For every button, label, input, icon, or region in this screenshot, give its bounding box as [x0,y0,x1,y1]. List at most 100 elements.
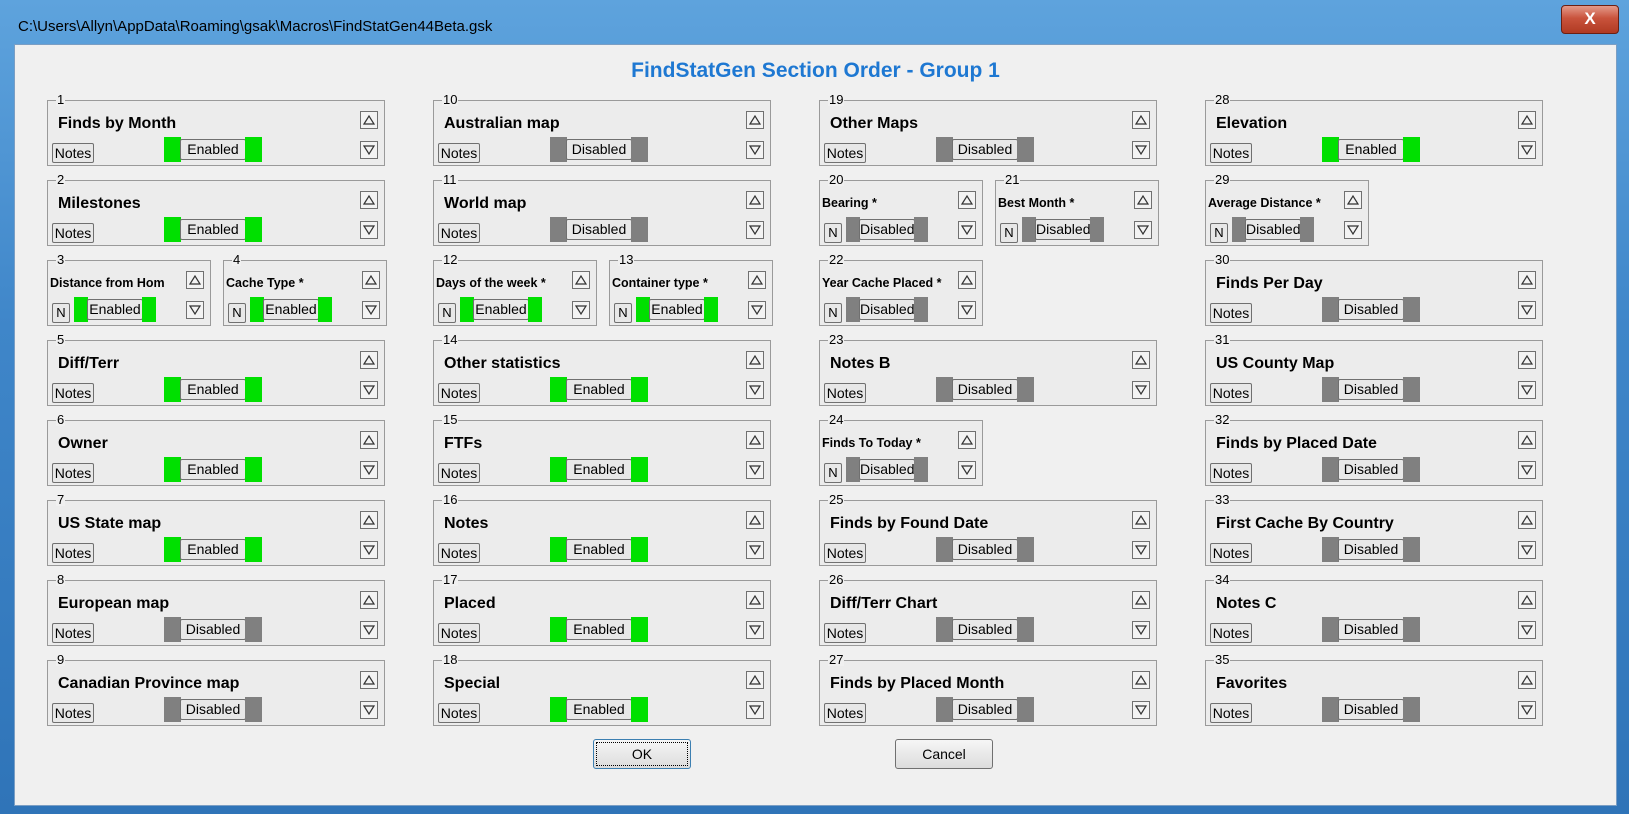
move-up-icon[interactable] [1132,511,1150,529]
move-down-icon[interactable] [746,461,764,479]
section-state-toggle[interactable]: Enabled [550,377,648,402]
state-button[interactable]: Disabled [180,619,246,640]
move-up-icon[interactable] [958,431,976,449]
section-notes-button[interactable]: Notes [1210,703,1252,723]
section-notes-button[interactable]: Notes [438,143,480,163]
section-state-toggle[interactable]: Disabled [846,217,928,242]
cancel-button[interactable]: Cancel [895,739,993,769]
state-button[interactable]: Enabled [649,299,705,320]
move-down-icon[interactable] [1132,621,1150,639]
state-button[interactable]: Enabled [566,459,632,480]
section-state-toggle[interactable]: Enabled [164,537,262,562]
state-button[interactable]: Disabled [566,219,632,240]
move-down-icon[interactable] [746,381,764,399]
state-button[interactable]: Enabled [180,379,246,400]
section-state-toggle[interactable]: Disabled [1322,297,1420,322]
section-notes-button[interactable]: Notes [1210,303,1252,323]
move-down-icon[interactable] [360,221,378,239]
section-n-button[interactable]: N [824,303,842,323]
section-state-toggle[interactable]: Disabled [1322,377,1420,402]
move-up-icon[interactable] [186,271,204,289]
state-button[interactable]: Enabled [566,619,632,640]
move-up-icon[interactable] [746,191,764,209]
move-up-icon[interactable] [1132,591,1150,609]
move-up-icon[interactable] [360,591,378,609]
move-up-icon[interactable] [1518,111,1536,129]
state-button[interactable]: Enabled [566,699,632,720]
section-notes-button[interactable]: Notes [52,143,94,163]
move-up-icon[interactable] [1518,591,1536,609]
state-button[interactable]: Disabled [952,619,1018,640]
move-up-icon[interactable] [746,431,764,449]
state-button[interactable]: Disabled [1338,619,1404,640]
state-button[interactable]: Enabled [566,539,632,560]
move-up-icon[interactable] [746,511,764,529]
move-down-icon[interactable] [360,461,378,479]
section-state-toggle[interactable]: Enabled [460,297,542,322]
section-state-toggle[interactable]: Enabled [1322,137,1420,162]
move-down-icon[interactable] [748,301,766,319]
move-up-icon[interactable] [360,111,378,129]
move-up-icon[interactable] [748,271,766,289]
move-up-icon[interactable] [360,671,378,689]
section-notes-button[interactable]: Notes [52,463,94,483]
move-up-icon[interactable] [958,271,976,289]
state-button[interactable]: Disabled [859,299,915,320]
section-state-toggle[interactable]: Disabled [164,617,262,642]
move-up-icon[interactable] [360,431,378,449]
move-down-icon[interactable] [360,701,378,719]
section-state-toggle[interactable]: Enabled [550,537,648,562]
state-button[interactable]: Disabled [952,539,1018,560]
move-down-icon[interactable] [362,301,380,319]
move-up-icon[interactable] [746,591,764,609]
move-up-icon[interactable] [1518,271,1536,289]
state-button[interactable]: Disabled [1338,299,1404,320]
state-button[interactable]: Enabled [1338,139,1404,160]
section-state-toggle[interactable]: Disabled [846,457,928,482]
section-state-toggle[interactable]: Disabled [936,697,1034,722]
move-down-icon[interactable] [360,381,378,399]
move-up-icon[interactable] [1132,671,1150,689]
section-n-button[interactable]: N [52,303,70,323]
state-button[interactable]: Enabled [180,539,246,560]
state-button[interactable]: Disabled [1338,539,1404,560]
state-button[interactable]: Disabled [952,699,1018,720]
section-notes-button[interactable]: Notes [1210,463,1252,483]
move-down-icon[interactable] [1518,301,1536,319]
section-notes-button[interactable]: Notes [438,703,480,723]
move-up-icon[interactable] [360,511,378,529]
move-down-icon[interactable] [1132,701,1150,719]
section-state-toggle[interactable]: Enabled [550,617,648,642]
move-down-icon[interactable] [572,301,590,319]
move-up-icon[interactable] [1518,671,1536,689]
section-notes-button[interactable]: Notes [824,143,866,163]
section-state-toggle[interactable]: Disabled [550,137,648,162]
section-state-toggle[interactable]: Enabled [550,697,648,722]
move-down-icon[interactable] [360,141,378,159]
move-up-icon[interactable] [1518,511,1536,529]
section-notes-button[interactable]: Notes [824,383,866,403]
section-state-toggle[interactable]: Disabled [1322,697,1420,722]
section-state-toggle[interactable]: Disabled [1322,537,1420,562]
move-down-icon[interactable] [1132,141,1150,159]
section-state-toggle[interactable]: Disabled [1232,217,1314,242]
move-up-icon[interactable] [1344,191,1362,209]
move-down-icon[interactable] [1518,621,1536,639]
state-button[interactable]: Disabled [1338,379,1404,400]
section-state-toggle[interactable]: Disabled [1322,457,1420,482]
section-notes-button[interactable]: Notes [1210,543,1252,563]
state-button[interactable]: Disabled [952,139,1018,160]
section-state-toggle[interactable]: Enabled [164,457,262,482]
state-button[interactable]: Enabled [180,459,246,480]
move-down-icon[interactable] [360,621,378,639]
section-state-toggle[interactable]: Disabled [550,217,648,242]
section-n-button[interactable]: N [824,463,842,483]
section-state-toggle[interactable]: Enabled [164,137,262,162]
move-up-icon[interactable] [360,351,378,369]
state-button[interactable]: Enabled [263,299,319,320]
section-notes-button[interactable]: Notes [1210,143,1252,163]
move-down-icon[interactable] [1518,541,1536,559]
section-notes-button[interactable]: Notes [52,383,94,403]
section-n-button[interactable]: N [1210,223,1228,243]
move-up-icon[interactable] [1132,351,1150,369]
